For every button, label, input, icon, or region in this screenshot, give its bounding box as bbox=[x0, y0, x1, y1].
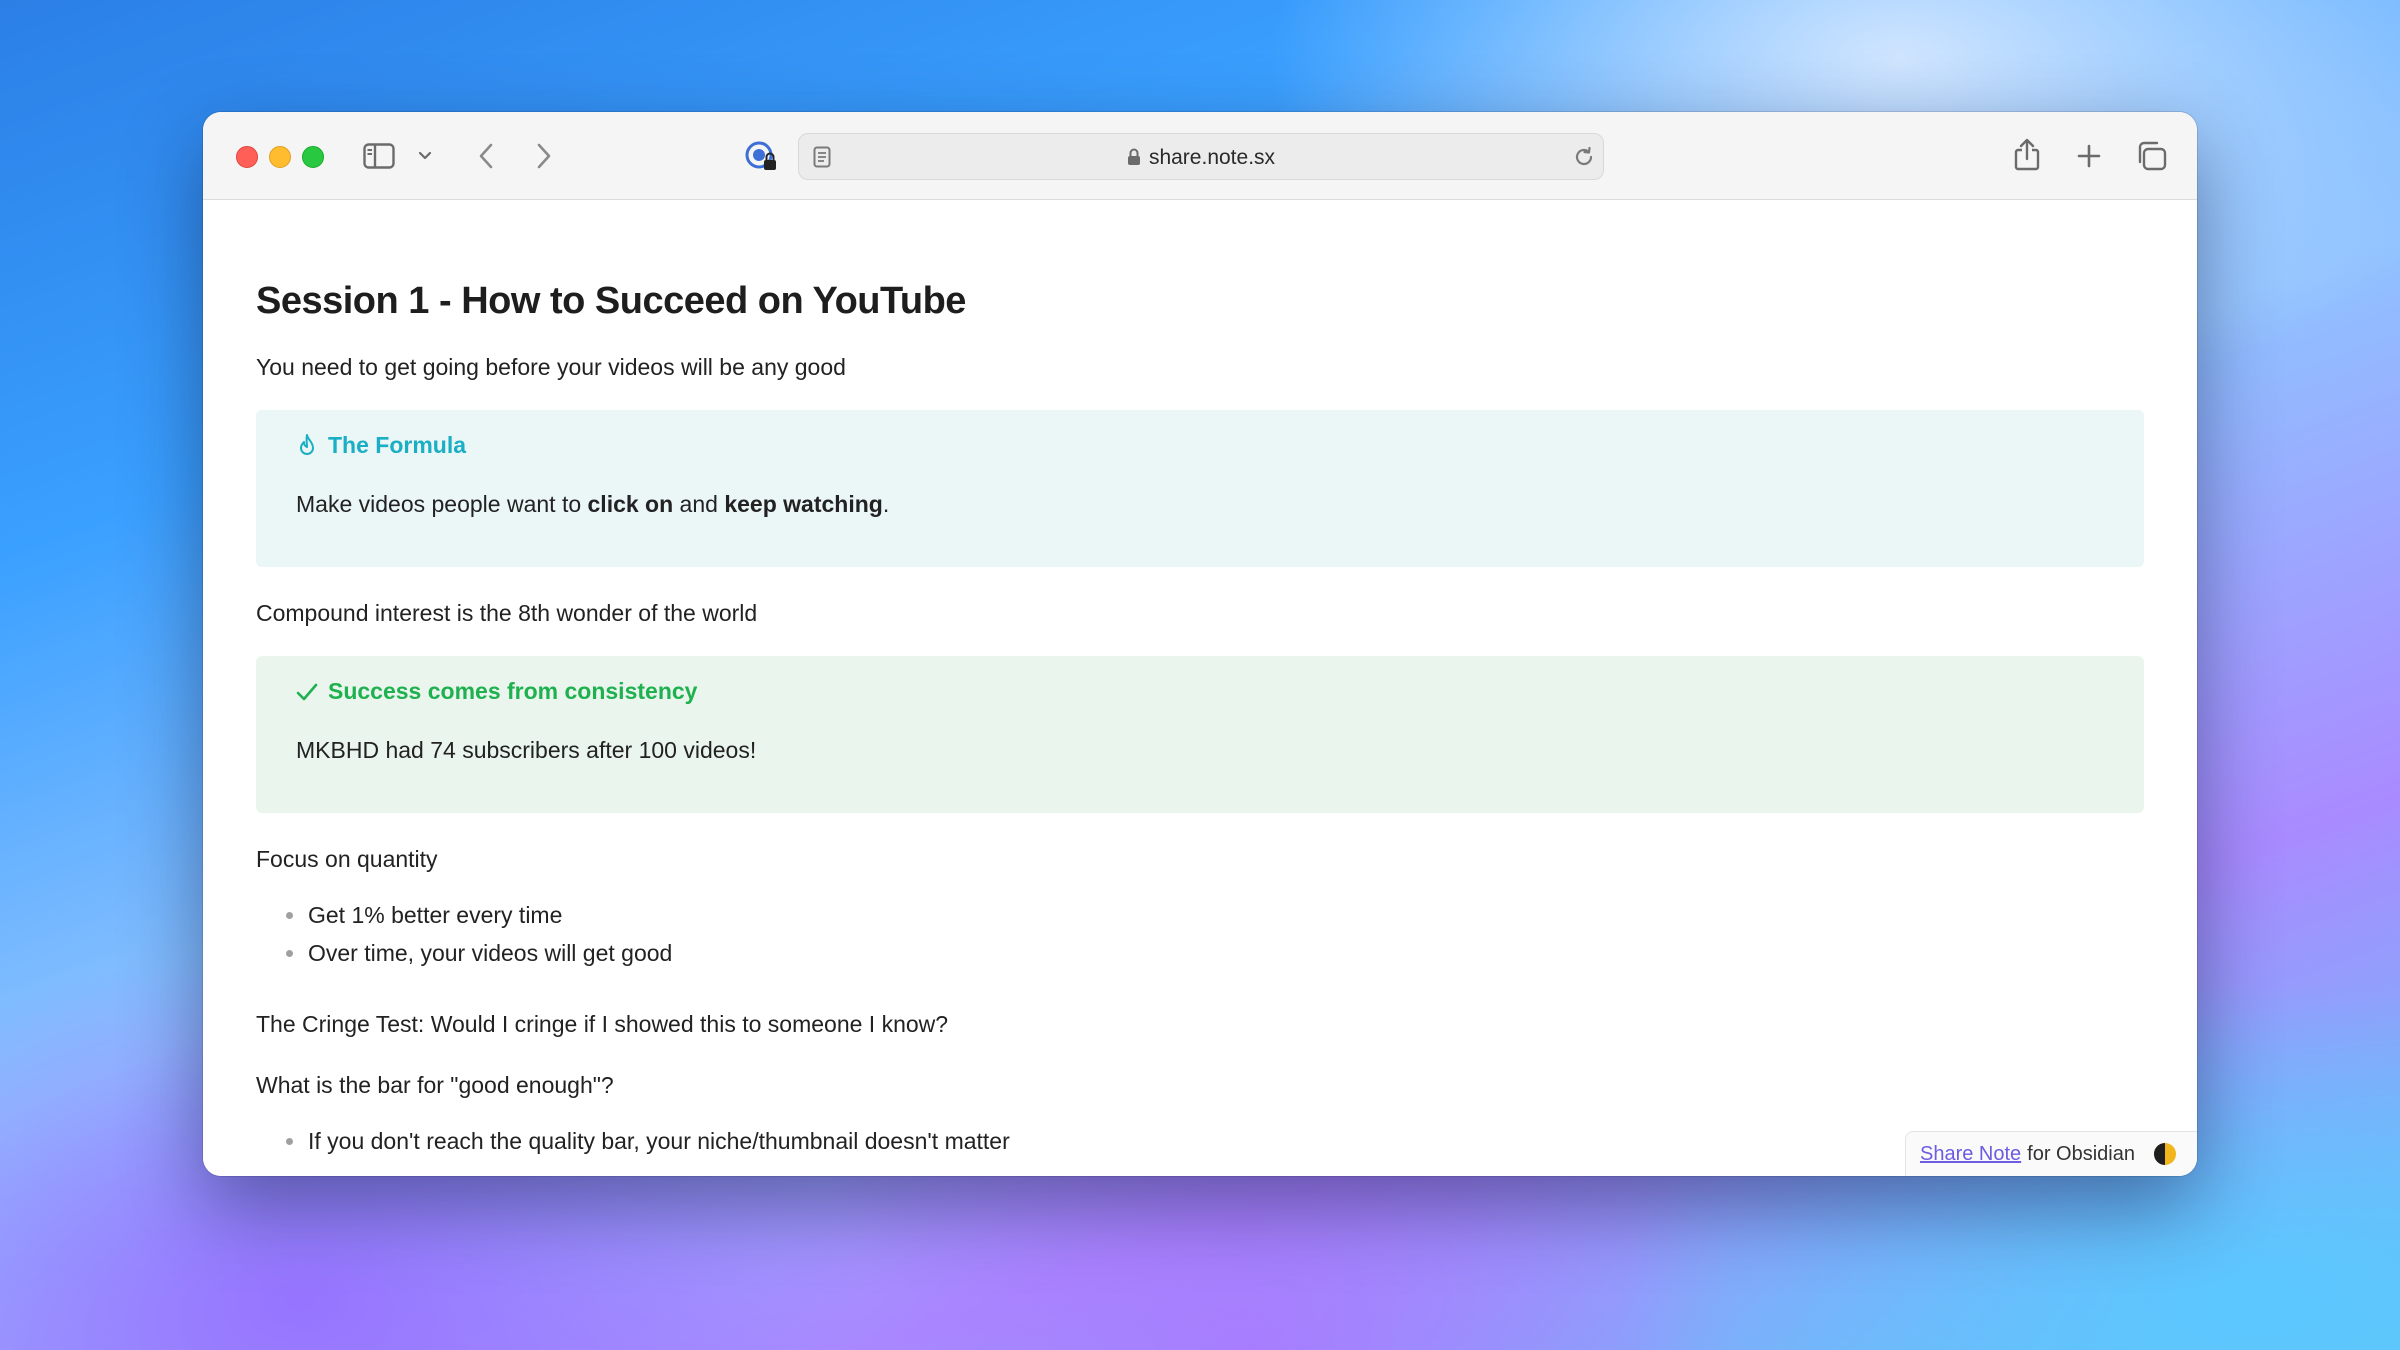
close-window-button[interactable] bbox=[236, 146, 258, 168]
focus-bullet-list: Get 1% better every time Over time, your… bbox=[256, 896, 672, 972]
password-manager-icon[interactable] bbox=[743, 139, 779, 175]
page-content: Session 1 - How to Succeed on YouTube Yo… bbox=[203, 200, 2197, 1176]
callout-formula-title: The Formula bbox=[296, 432, 466, 459]
focus-paragraph: Focus on quantity bbox=[256, 846, 438, 872]
share-note-badge: Share Note for Obsidian bbox=[1904, 1131, 2197, 1176]
callout-success-title-text: Success comes from consistency bbox=[328, 678, 698, 704]
url-display[interactable]: share.note.sx bbox=[799, 146, 1603, 170]
zoom-window-button[interactable] bbox=[302, 146, 324, 168]
tab-overview-icon[interactable] bbox=[2133, 139, 2169, 173]
callout-formula: The Formula Make videos people want to c… bbox=[256, 410, 2144, 567]
bar-question-paragraph: What is the bar for "good enough"? bbox=[256, 1072, 614, 1098]
share-icon[interactable] bbox=[2011, 136, 2043, 174]
forward-arrow-icon[interactable] bbox=[529, 140, 559, 172]
callout-success-body: MKBHD had 74 subscribers after 100 video… bbox=[296, 737, 757, 763]
compound-paragraph: Compound interest is the 8th wonder of t… bbox=[256, 600, 758, 626]
callout-success: Success comes from consistency MKBHD had… bbox=[256, 656, 2144, 813]
url-text: share.note.sx bbox=[1148, 146, 1276, 169]
formula-click-on: click on bbox=[587, 491, 674, 517]
list-item: Get 1% better every time bbox=[256, 896, 672, 934]
reload-icon[interactable] bbox=[1571, 144, 1597, 170]
lock-icon bbox=[1127, 148, 1140, 165]
share-note-link[interactable]: Share Note bbox=[1920, 1143, 2021, 1166]
intro-paragraph: You need to get going before your videos… bbox=[256, 354, 846, 380]
flame-icon bbox=[300, 433, 314, 455]
bar-bullet-list: If you don't reach the quality bar, your… bbox=[256, 1122, 1010, 1160]
check-icon bbox=[296, 683, 318, 700]
browser-toolbar: share.note.sx bbox=[203, 112, 2197, 200]
back-arrow-icon[interactable] bbox=[471, 140, 501, 172]
sidebar-toggle-icon[interactable] bbox=[361, 138, 397, 174]
callout-formula-body: Make videos people want to click on and … bbox=[296, 491, 889, 518]
page-title: Session 1 - How to Succeed on YouTube bbox=[256, 280, 966, 322]
chevron-down-icon[interactable] bbox=[415, 144, 435, 168]
formula-suffix: . bbox=[882, 491, 890, 517]
theme-toggle-icon[interactable] bbox=[2153, 1142, 2177, 1166]
address-bar[interactable]: share.note.sx bbox=[798, 133, 1604, 180]
browser-window: share.note.sx Session 1 - How to Succeed… bbox=[203, 112, 2197, 1176]
formula-middle: and bbox=[673, 491, 725, 517]
callout-formula-title-text: The Formula bbox=[328, 432, 467, 458]
formula-prefix: Make videos people want to bbox=[296, 491, 588, 517]
list-item: Over time, your videos will get good bbox=[256, 934, 672, 972]
cringe-paragraph: The Cringe Test: Would I cringe if I sho… bbox=[256, 1011, 949, 1037]
list-item: If you don't reach the quality bar, your… bbox=[256, 1122, 1010, 1160]
formula-keep-watching: keep watching bbox=[724, 491, 883, 517]
new-tab-plus-icon[interactable] bbox=[2073, 140, 2105, 172]
minimize-window-button[interactable] bbox=[269, 146, 291, 168]
callout-success-title: Success comes from consistency bbox=[296, 678, 697, 705]
share-note-suffix: for Obsidian bbox=[2027, 1142, 2135, 1165]
